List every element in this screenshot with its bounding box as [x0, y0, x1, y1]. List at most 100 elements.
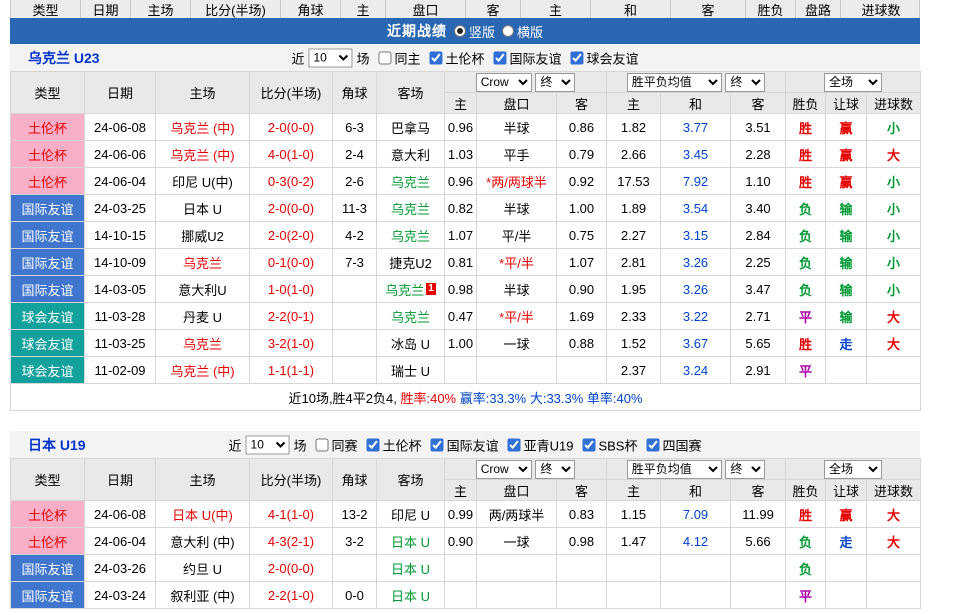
- odds-state-select[interactable]: 终: [535, 460, 575, 479]
- wdl-state-select[interactable]: 终: [725, 460, 765, 479]
- column-header: 类型: [11, 0, 81, 18]
- corner-cell: [333, 357, 377, 384]
- filter-checkbox[interactable]: [508, 438, 521, 451]
- match-count-select[interactable]: 10: [246, 435, 290, 454]
- away-team-name: 意大利: [391, 148, 430, 163]
- handicap-cell: [477, 555, 557, 582]
- lose-odds-cell: 2.84: [731, 222, 786, 249]
- column-header: 主: [341, 0, 386, 18]
- filter-checkbox[interactable]: [367, 438, 380, 451]
- date-cell: 24-06-08: [85, 114, 156, 141]
- filter-checkbox-item[interactable]: 国际友谊: [431, 435, 499, 454]
- layout-option-vertical[interactable]: 竖版: [454, 22, 495, 41]
- match-row: 国际友谊 24-03-26 约旦 U 2-0(0-0) 日本 U 负: [11, 555, 921, 582]
- handicap-result-cell: 赢: [826, 141, 867, 168]
- column-header: 盘路: [796, 0, 841, 18]
- vertical-radio[interactable]: [454, 25, 466, 37]
- handicap-home-odds-cell: 1.07: [445, 222, 477, 249]
- filter-checkbox-item[interactable]: SBS杯: [582, 435, 637, 454]
- matches-label: 场: [356, 48, 369, 67]
- handicap-result-cell: 输: [826, 195, 867, 222]
- filter-checkbox[interactable]: [378, 51, 391, 64]
- filter-checkbox-item[interactable]: 球会友谊: [571, 48, 639, 67]
- odds-source-header: Crow 终: [445, 72, 607, 93]
- filter-checkbox-item[interactable]: 同主: [378, 48, 420, 67]
- col-header-win: 主: [607, 480, 661, 501]
- handicap-cell: 半球: [477, 276, 557, 303]
- scope-select[interactable]: 全场: [824, 73, 882, 92]
- col-header-result: 胜负: [786, 480, 826, 501]
- ukraine-filter-bar: 近 10 场 同主土伦杯国际友谊球会友谊: [291, 48, 638, 67]
- filter-checkbox[interactable]: [582, 438, 595, 451]
- match-row: 球会友谊 11-02-09 乌克兰 (中) 1-1(1-1) 瑞士 U 2.37…: [11, 357, 921, 384]
- section-japan-u19: 日本 U19 近 10 场 同赛土伦杯国际友谊亚青U19SBS杯四国赛: [10, 431, 920, 458]
- scope-header: 全场: [786, 459, 921, 480]
- win-odds-cell: 1.52: [607, 330, 661, 357]
- competition-type-cell: 球会友谊: [11, 357, 85, 384]
- goals-cell: [867, 555, 921, 582]
- corner-cell: 6-3: [333, 114, 377, 141]
- layout-option-horizontal[interactable]: 横版: [502, 22, 543, 41]
- handicap-home-odds-cell: [445, 357, 477, 384]
- handicap-result-cell: 输: [826, 222, 867, 249]
- date-cell: 24-06-06: [85, 141, 156, 168]
- handicap-away-odds-cell: 0.98: [557, 528, 607, 555]
- lose-odds-cell: 3.51: [731, 114, 786, 141]
- japan-filters: 同赛土伦杯 国际友谊亚青U19 SBS杯四国赛: [307, 435, 702, 454]
- filter-checkbox-item[interactable]: 土伦杯: [367, 435, 422, 454]
- match-count-select[interactable]: 10: [308, 48, 352, 67]
- col-header-type: 类型: [11, 72, 85, 114]
- filter-checkbox-item[interactable]: 土伦杯: [430, 48, 485, 67]
- result-cell: 平: [786, 303, 826, 330]
- col-header-result: 胜负: [786, 93, 826, 114]
- summary-segment: 单率:40%: [587, 391, 643, 406]
- date-cell: 24-06-04: [85, 168, 156, 195]
- wdl-source-select[interactable]: 胜平负均值: [627, 460, 722, 479]
- summary-segment: 赢率:33.3%: [460, 391, 530, 406]
- ukraine-match-table: 类型 日期 主场 比分(半场) 角球 客场 Crow 终 胜平负均值 终 全场: [10, 71, 921, 411]
- result-cell: 胜: [786, 501, 826, 528]
- goals-cell: 小: [867, 114, 921, 141]
- lose-odds-cell: 1.10: [731, 168, 786, 195]
- competition-type-cell: 球会友谊: [11, 303, 85, 330]
- scope-select[interactable]: 全场: [824, 460, 882, 479]
- filter-checkbox-item[interactable]: 四国赛: [646, 435, 701, 454]
- lose-odds-cell: [731, 582, 786, 609]
- away-team-cell: 乌克兰: [377, 195, 445, 222]
- col-header-away: 客场: [377, 459, 445, 501]
- summary-segment: 胜率:40%: [400, 391, 459, 406]
- filter-checkbox[interactable]: [494, 51, 507, 64]
- score-cell: 4-0(1-0): [250, 141, 333, 168]
- wdl-state-select[interactable]: 终: [725, 73, 765, 92]
- wdl-source-select[interactable]: 胜平负均值: [627, 73, 722, 92]
- handicap-cell: 一球: [477, 528, 557, 555]
- match-row: 土伦杯 24-06-08 乌克兰 (中) 2-0(0-0) 6-3 巴拿马 0.…: [11, 114, 921, 141]
- filter-checkbox-item[interactable]: 亚青U19: [508, 435, 574, 454]
- away-team-name: 乌克兰: [391, 310, 430, 325]
- filter-checkbox[interactable]: [316, 438, 329, 451]
- result-cell: 负: [786, 222, 826, 249]
- home-team-cell: 乌克兰: [156, 330, 250, 357]
- filter-checkbox-item[interactable]: 同赛: [316, 435, 358, 454]
- horizontal-radio[interactable]: [502, 25, 514, 37]
- banner-title: 近期战绩: [387, 21, 447, 41]
- filter-checkbox[interactable]: [430, 51, 443, 64]
- away-team-cell: 乌克兰: [377, 222, 445, 249]
- odds-source-select[interactable]: Crow: [476, 73, 532, 92]
- column-header: 客: [466, 0, 521, 18]
- col-header-goals: 进球数: [867, 480, 921, 501]
- odds-source-select[interactable]: Crow: [476, 460, 532, 479]
- col-header-date: 日期: [85, 459, 156, 501]
- filter-checkbox[interactable]: [646, 438, 659, 451]
- draw-odds-cell: 3.15: [661, 222, 731, 249]
- filter-checkbox[interactable]: [571, 51, 584, 64]
- competition-type-cell: 国际友谊: [11, 222, 85, 249]
- filter-label: 国际友谊: [447, 435, 499, 454]
- odds-state-select[interactable]: 终: [535, 73, 575, 92]
- handicap-away-odds-cell: 0.75: [557, 222, 607, 249]
- filter-checkbox-item[interactable]: 国际友谊: [494, 48, 562, 67]
- filter-checkbox[interactable]: [431, 438, 444, 451]
- summary-segment: 近10场,胜4平2负4,: [288, 391, 400, 406]
- home-team-cell: 日本 U: [156, 195, 250, 222]
- score-cell: 1-0(1-0): [250, 276, 333, 303]
